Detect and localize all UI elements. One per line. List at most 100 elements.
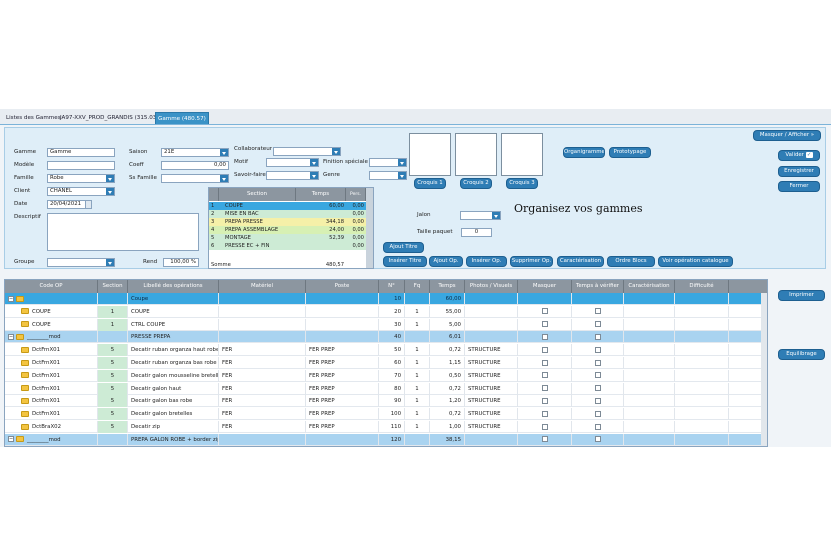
verif-checkbox[interactable] — [594, 372, 601, 379]
croquis-1-button[interactable]: Croquis 1 — [414, 178, 446, 189]
finition-select[interactable] — [369, 158, 407, 167]
croquis-1-image[interactable] — [409, 133, 451, 176]
operation-row[interactable]: COUPE 1 COUPE 20 1 55,00 — [5, 305, 761, 318]
section-row[interactable]: 4 PREPA ASSEMBLAGE 24,00 0,00 — [209, 226, 366, 234]
sections-scrollbar[interactable] — [366, 188, 373, 268]
rend-field[interactable]: 100,00 % — [163, 258, 199, 267]
grid-scrollbar[interactable] — [761, 293, 767, 446]
ajout-op-button[interactable]: Ajout Op. — [429, 256, 463, 267]
motif-select[interactable] — [266, 158, 319, 167]
voir-catalogue-button[interactable]: Voir opération catalogue — [658, 256, 733, 267]
verif-checkbox[interactable] — [594, 385, 601, 392]
saison-select[interactable]: 21E — [161, 148, 229, 157]
masquer-checkbox[interactable] — [541, 372, 548, 379]
famille-select[interactable]: Robe — [47, 174, 115, 183]
collaborateur-select[interactable] — [273, 147, 341, 156]
genre-select[interactable] — [369, 171, 407, 180]
masquer-checkbox[interactable] — [541, 436, 548, 443]
operation-row[interactable]: DctFrnX01 5 Decatir galon mousseline brete… — [5, 369, 761, 382]
ordre-blocs-button[interactable]: Ordre Blocs — [607, 256, 655, 267]
collapse-icon[interactable]: − — [8, 295, 14, 302]
masquer-checkbox[interactable] — [541, 321, 548, 328]
inserer-titre-button[interactable]: Insérer Titre — [383, 256, 427, 267]
organigramme-button[interactable]: Organigramme — [563, 147, 605, 158]
masquer-checkbox[interactable] — [541, 346, 548, 353]
coeff-field[interactable]: 0,00 — [161, 161, 229, 170]
supprimer-op-button[interactable]: Supprimer Op. — [510, 256, 553, 267]
operation-row[interactable]: COUPE 1 CTRL COUPE 30 1 5,00 — [5, 318, 761, 331]
equilibrage-button[interactable]: Equilibrage — [778, 349, 825, 360]
verif-checkbox[interactable] — [594, 321, 601, 328]
verif-checkbox[interactable] — [594, 397, 601, 404]
operation-row[interactable]: DctBraX02 5 Decatir zip FER FER PREP 110 1 1,00… — [5, 421, 761, 433]
section-row[interactable]: 1 COUPE 60,00 0,00 — [209, 202, 366, 210]
collapse-icon[interactable]: − — [8, 436, 14, 443]
croquis-2-button[interactable]: Croquis 2 — [460, 178, 492, 189]
operation-row[interactable]: DctFrnX01 5 Decatir galon bretelles FER FER … — [5, 408, 761, 421]
grid-header-cell[interactable]: Code OP — [5, 280, 98, 293]
ssfamille-select[interactable] — [161, 174, 229, 183]
verif-checkbox[interactable] — [594, 359, 601, 366]
descriptif-textarea[interactable] — [47, 213, 199, 251]
section-row[interactable]: 6 PRESSE EC + FIN 0,00 — [209, 242, 366, 250]
taille-field[interactable]: 0 — [461, 228, 492, 237]
fermer-button[interactable]: Fermer — [778, 181, 820, 192]
masquer-checkbox[interactable] — [541, 385, 548, 392]
masquer-checkbox[interactable] — [541, 423, 548, 430]
grid-header-cell[interactable]: Section — [98, 280, 128, 293]
croquis-3-button[interactable]: Croquis 3 — [506, 178, 538, 189]
ajout-titre-button[interactable]: Ajout Titre — [383, 242, 424, 253]
caracterisation-button[interactable]: Caractérisation — [557, 256, 604, 267]
section-row[interactable]: 3 PREPA PRESSE 344,18 0,00 — [209, 218, 366, 226]
operation-row[interactable]: DctFrnX01 5 Decatir ruban organza haut rob… — [5, 344, 761, 357]
masquer-checkbox[interactable] — [541, 397, 548, 404]
group-row[interactable]: − Coupe 10 60,00 — [5, 293, 761, 305]
verif-checkbox[interactable] — [594, 423, 601, 430]
inserer-op-button[interactable]: Insérer Op. — [466, 256, 507, 267]
grid-header-cell[interactable]: Photos / Visuels — [465, 280, 518, 293]
groupe-select[interactable] — [47, 258, 115, 267]
verif-checkbox[interactable] — [594, 346, 601, 353]
verif-checkbox[interactable] — [594, 410, 601, 417]
grid-header-cell[interactable]: Fq — [405, 280, 430, 293]
group-row[interactable]: − ________mod PREPA GALON ROBE + border zi… — [5, 433, 761, 446]
grid-header-cell[interactable]: Libellé des opérations — [128, 280, 219, 293]
savoirfaire-select[interactable] — [266, 171, 319, 180]
croquis-3-image[interactable] — [501, 133, 543, 176]
operation-row[interactable]: DctFrnX01 5 Decatir galon bas robe FER FER P… — [5, 395, 761, 408]
masquer-afficher-button[interactable]: Masquer / Afficher » — [753, 130, 821, 141]
grid-header-cell[interactable]: Temps à vérifier — [572, 280, 624, 293]
grid-header-cell[interactable]: Masquer — [518, 280, 572, 293]
tab-gamme[interactable]: Gamme (480.57) — [155, 112, 209, 124]
valider-button[interactable]: Valider ✓ — [778, 150, 820, 161]
jalon-select[interactable] — [460, 211, 501, 220]
verif-checkbox[interactable] — [594, 333, 601, 340]
imprimer-button[interactable]: Imprimer — [778, 290, 825, 301]
group-row[interactable]: − ________mod PRESSE PREPA 40 6,01 — [5, 331, 761, 344]
grid-header-cell[interactable]: Temps — [430, 280, 465, 293]
verif-checkbox[interactable] — [594, 308, 601, 315]
prototypage-button[interactable]: Prototypage — [609, 147, 651, 158]
collapse-icon[interactable]: − — [8, 333, 14, 340]
grid-header-cell[interactable]: Difficulté — [675, 280, 729, 293]
masquer-checkbox[interactable] — [541, 410, 548, 417]
section-row[interactable]: 5 MONTAGE 52,39 0,00 — [209, 234, 366, 242]
operation-row[interactable]: DctFrnX01 5 Decatir galon haut FER FER PREP 8… — [5, 382, 761, 395]
masquer-checkbox[interactable] — [541, 308, 548, 315]
tab-prod-grandis[interactable]: JA97-XXV_PROD_GRANDIS (315.03) — [58, 112, 161, 124]
grid-header-cell[interactable]: N° — [379, 280, 405, 293]
gamme-field[interactable]: Gamme — [47, 148, 115, 157]
grid-header-cell[interactable]: Matériel — [219, 280, 306, 293]
enregistrer-button[interactable]: Enregistrer — [778, 166, 820, 177]
section-row[interactable]: 2 MISE EN BAC 0,00 — [209, 210, 366, 218]
masquer-checkbox[interactable] — [541, 359, 548, 366]
tab-listes-gammes[interactable]: Listes des Gammes — [4, 112, 63, 124]
croquis-2-image[interactable] — [455, 133, 497, 176]
verif-checkbox[interactable] — [594, 436, 601, 443]
client-select[interactable]: CHANEL — [47, 187, 115, 196]
grid-header-cell[interactable]: Caractérisation — [624, 280, 675, 293]
operation-row[interactable]: DctFrnX01 5 Decatir ruban organza bas robe… — [5, 357, 761, 369]
masquer-checkbox[interactable] — [541, 333, 548, 340]
modele-field[interactable] — [47, 161, 115, 170]
grid-header-cell[interactable]: Poste — [306, 280, 379, 293]
